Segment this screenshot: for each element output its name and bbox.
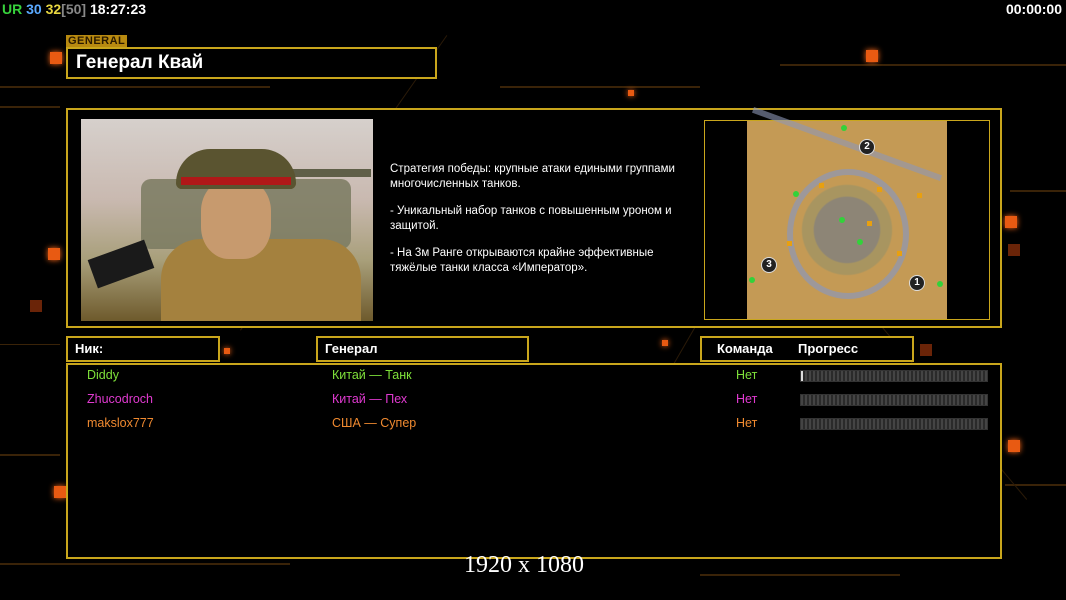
general-tag: GENERAL (66, 35, 128, 47)
bg-line (0, 106, 60, 108)
player-general: США — Супер (332, 416, 417, 430)
bg-line (780, 64, 1066, 66)
hud-stats: UR 30 32[50] 18:27:23 (2, 1, 146, 17)
ping-value: 30 (26, 1, 42, 17)
player-team: Нет (736, 392, 758, 406)
bg-line (0, 86, 270, 88)
portrait-face (201, 179, 271, 259)
bg-square (1005, 216, 1017, 228)
player-general: Китай — Пех (332, 392, 408, 406)
column-progress: Прогресс (798, 341, 859, 356)
map-preview: 1 2 3 (704, 106, 990, 320)
player-progress-bar (800, 394, 988, 406)
column-general: Генерал (316, 336, 529, 362)
bg-square (30, 300, 42, 312)
bg-line (1010, 190, 1066, 192)
map-oil-icon (787, 241, 792, 246)
map-supply-icon (749, 277, 755, 283)
bg-line (500, 86, 700, 88)
player-nick: Zhucodroch (87, 392, 154, 406)
player-nick: Diddy (87, 368, 119, 382)
column-nick: Ник: (66, 336, 220, 362)
map-oil-icon (897, 251, 902, 256)
bg-square (1008, 440, 1020, 452)
player-nick: makslox777 (87, 416, 154, 430)
column-team-progress: Команда Прогресс (700, 336, 914, 362)
general-name: Генерал Квай (66, 47, 437, 79)
map-start-1: 1 (909, 275, 925, 291)
map-supply-icon (793, 191, 799, 197)
map-center-ring (787, 169, 909, 299)
fps-value: 32 (45, 1, 62, 17)
bg-square (662, 340, 668, 346)
map-image: 1 2 3 (747, 106, 947, 319)
bg-square (628, 90, 634, 96)
player-progress-bar (800, 370, 988, 382)
player-general: Китай — Танк (332, 368, 412, 382)
players-panel: Diddy Китай — Танк Нет Zhucodroch Китай … (66, 363, 1002, 559)
map-oil-icon (819, 183, 824, 188)
game-timer: 00:00:00 (1005, 1, 1062, 17)
bg-square (920, 344, 932, 356)
fps-limit: [50] (61, 1, 87, 17)
player-progress-bar (800, 418, 988, 430)
bg-square (50, 52, 62, 64)
bg-line (700, 574, 900, 576)
bg-square (48, 248, 60, 260)
map-start-3: 3 (761, 257, 777, 273)
map-supply-icon (839, 217, 845, 223)
player-row: Zhucodroch Китай — Пех Нет (68, 390, 1000, 408)
general-info-panel: Стратегия победы: крупные атаки едиными … (66, 106, 1002, 328)
bg-line (0, 563, 290, 565)
map-oil-icon (917, 193, 922, 198)
player-progress-fill (801, 371, 803, 381)
description-line: - На 3м Ранге открываются крайне эффекти… (390, 247, 654, 274)
bg-square (224, 348, 230, 354)
map-oil-icon (867, 221, 872, 226)
general-description: Стратегия победы: крупные атаки едиными … (390, 162, 700, 288)
bg-square (1008, 244, 1020, 256)
resolution-label: 1920 x 1080 (464, 552, 584, 578)
description-line: - Уникальный набор танков с повышенным у… (390, 205, 672, 232)
bg-square (866, 50, 878, 62)
column-team: Команда (717, 341, 773, 356)
general-portrait (81, 119, 373, 321)
player-row: Diddy Китай — Танк Нет (68, 366, 1000, 384)
portrait-pistol (87, 239, 155, 289)
ur-label: UR (2, 1, 23, 17)
description-line: Стратегия победы: крупные атаки едиными … (390, 163, 675, 190)
map-supply-icon (937, 281, 943, 287)
map-start-2: 2 (859, 139, 875, 155)
map-oil-icon (877, 187, 882, 192)
portrait-cap-band (181, 177, 291, 185)
player-team: Нет (736, 368, 758, 382)
player-row: makslox777 США — Супер Нет (68, 414, 1000, 432)
map-supply-icon (841, 125, 847, 131)
clock: 18:27:23 (89, 1, 147, 17)
map-supply-icon (857, 239, 863, 245)
player-team: Нет (736, 416, 758, 430)
bg-square (54, 486, 66, 498)
bg-line (0, 454, 60, 456)
bg-line (0, 344, 60, 345)
